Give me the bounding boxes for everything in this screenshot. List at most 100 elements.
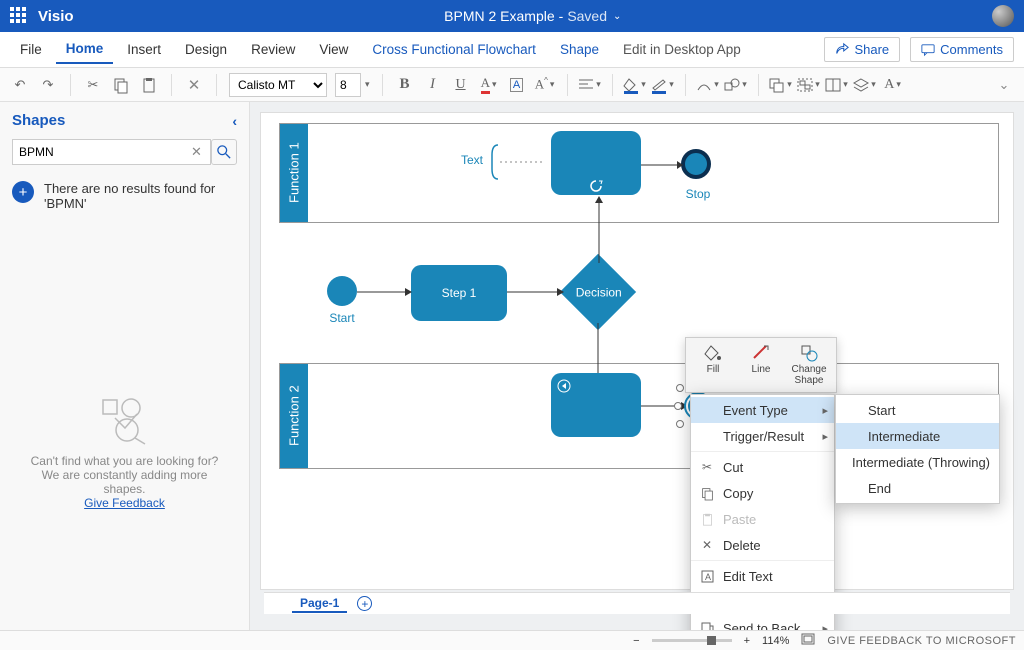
user-avatar[interactable] xyxy=(992,5,1014,27)
canvas-area: Function 1 Function 2 Text Stop Start St… xyxy=(250,102,1024,630)
font-family-select[interactable]: Calisto MT xyxy=(229,73,327,97)
group-button[interactable] xyxy=(799,75,819,95)
font-size-grow-button[interactable]: A^ xyxy=(535,75,555,95)
share-icon xyxy=(835,43,849,57)
feedback-link[interactable]: GIVE FEEDBACK TO MICROSOFT xyxy=(827,635,1016,647)
menu-design[interactable]: Design xyxy=(175,36,237,63)
zoom-out-button[interactable]: − xyxy=(633,635,639,647)
app-launcher-icon[interactable] xyxy=(10,7,28,25)
stop-event[interactable] xyxy=(681,149,711,179)
fit-page-button[interactable] xyxy=(801,633,815,648)
mini-toolbar: Fill Line Change Shape xyxy=(685,337,837,393)
shapes-title: Shapes xyxy=(12,112,65,129)
add-shape-button[interactable]: + xyxy=(12,181,34,203)
menu-review[interactable]: Review xyxy=(241,36,305,63)
shapes-helper: Can't find what you are looking for? We … xyxy=(0,394,249,510)
title-bar: Visio BPMN 2 Example - Saved ⌄ xyxy=(0,0,1024,32)
arrange-button[interactable] xyxy=(771,75,791,95)
paste-button[interactable] xyxy=(139,75,159,95)
comment-icon xyxy=(921,43,935,57)
ctx-copy[interactable]: Copy xyxy=(691,480,834,506)
mini-change-shape-button[interactable]: Change Shape xyxy=(786,342,832,388)
start-event[interactable] xyxy=(327,276,357,306)
font-size-input[interactable] xyxy=(335,73,361,97)
search-icon xyxy=(217,145,231,159)
ctx-edit-text[interactable]: AEdit Text xyxy=(691,563,834,589)
add-page-button[interactable]: + xyxy=(357,596,372,611)
text-label[interactable]: Text xyxy=(461,153,483,167)
ctx-cut[interactable]: ✂Cut xyxy=(691,454,834,480)
mini-line-button[interactable]: Line xyxy=(738,342,784,388)
compensation-icon xyxy=(557,379,571,393)
highlight-button[interactable]: A xyxy=(507,75,527,95)
stop-label: Stop xyxy=(681,187,715,201)
menu-bar: File Home Insert Design Review View Cros… xyxy=(0,32,1024,68)
menu-view[interactable]: View xyxy=(309,36,358,63)
shapes-panel: Shapes ‹ ✕ + There are no results found … xyxy=(0,102,250,630)
delete-icon: ✕ xyxy=(699,537,715,553)
ribbon: ↶ ↷ ✂ ✕ Calisto MT ▾ B I U A A A^ A ⌄ xyxy=(0,68,1024,102)
decision-shape[interactable]: Decision xyxy=(560,254,636,330)
clear-search-icon[interactable]: ✕ xyxy=(191,144,205,160)
menu-cff[interactable]: Cross Functional Flowchart xyxy=(362,36,546,63)
drawing-canvas[interactable]: Function 1 Function 2 Text Stop Start St… xyxy=(260,112,1014,590)
connector-button[interactable] xyxy=(698,75,718,95)
undo-button[interactable]: ↶ xyxy=(10,75,30,95)
page-tab[interactable]: Page-1 xyxy=(292,595,347,613)
scissors-icon: ✂ xyxy=(699,459,715,475)
ctx-trigger-result[interactable]: Trigger/Result xyxy=(691,423,834,449)
line-color-button[interactable] xyxy=(653,75,673,95)
underline-button[interactable]: U xyxy=(451,75,471,95)
shapes-button[interactable] xyxy=(726,75,746,95)
sub-end[interactable]: End xyxy=(836,475,999,501)
lane-header-2[interactable]: Function 2 xyxy=(280,364,308,468)
ctx-event-type[interactable]: Event Type xyxy=(691,397,834,423)
comments-button[interactable]: Comments xyxy=(910,37,1014,62)
menu-insert[interactable]: Insert xyxy=(117,36,171,63)
loop-icon xyxy=(588,179,604,191)
connector[interactable] xyxy=(507,287,567,297)
lane-header-1[interactable]: Function 1 xyxy=(280,124,308,222)
italic-button[interactable]: I xyxy=(423,75,443,95)
text-button[interactable]: A xyxy=(883,75,903,95)
zoom-level: 114% xyxy=(762,635,789,647)
ctx-send-back[interactable]: Send to Back xyxy=(691,615,834,630)
delete-button[interactable]: ✕ xyxy=(184,75,204,95)
ctx-delete[interactable]: ✕Delete xyxy=(691,532,834,558)
mini-fill-button[interactable]: Fill xyxy=(690,342,736,388)
search-button[interactable] xyxy=(211,139,237,165)
connector[interactable] xyxy=(641,161,685,169)
menu-file[interactable]: File xyxy=(10,36,52,63)
share-button[interactable]: Share xyxy=(824,37,900,62)
sub-intermediate[interactable]: Intermediate xyxy=(836,423,999,449)
zoom-in-button[interactable]: + xyxy=(744,635,750,647)
bold-button[interactable]: B xyxy=(395,75,415,95)
process-shape-bottom[interactable] xyxy=(551,373,641,437)
redo-button[interactable]: ↷ xyxy=(38,75,58,95)
align-button[interactable] xyxy=(580,75,600,95)
copy-button[interactable] xyxy=(111,75,131,95)
give-feedback-link[interactable]: Give Feedback xyxy=(84,496,165,510)
fill-color-button[interactable] xyxy=(625,75,645,95)
shapes-search-input[interactable] xyxy=(12,139,211,165)
zoom-slider[interactable] xyxy=(652,639,732,642)
doc-title[interactable]: BPMN 2 Example - Saved ⌄ xyxy=(74,8,992,24)
send-back-icon xyxy=(699,620,715,630)
sub-intermediate-throwing[interactable]: Intermediate (Throwing) xyxy=(836,449,999,475)
font-color-button[interactable]: A xyxy=(479,75,499,95)
menu-edit-desktop[interactable]: Edit in Desktop App xyxy=(613,36,751,63)
process-shape-top[interactable] xyxy=(551,131,641,195)
cut-button[interactable]: ✂ xyxy=(83,75,103,95)
connector[interactable] xyxy=(594,195,604,263)
connector[interactable] xyxy=(357,287,413,297)
app-name: Visio xyxy=(38,8,74,25)
ribbon-chevron-icon[interactable]: ⌄ xyxy=(994,75,1014,95)
start-label: Start xyxy=(321,311,363,325)
position-button[interactable] xyxy=(827,75,847,95)
menu-shape[interactable]: Shape xyxy=(550,36,609,63)
layers-button[interactable] xyxy=(855,75,875,95)
step1-shape[interactable]: Step 1 xyxy=(411,265,507,321)
sub-start[interactable]: Start xyxy=(836,397,999,423)
menu-home[interactable]: Home xyxy=(56,35,114,64)
collapse-panel-icon[interactable]: ‹ xyxy=(232,113,237,129)
